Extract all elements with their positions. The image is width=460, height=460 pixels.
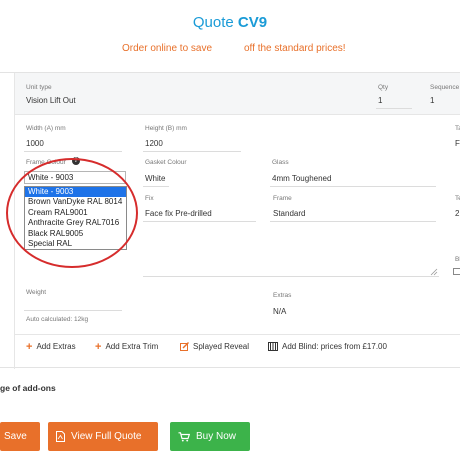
weight-underline xyxy=(24,310,122,311)
add-blind-label: Add Blind: prices from £17.00 xyxy=(282,342,387,351)
glass-label: Glass xyxy=(272,159,289,166)
promo-right: off the standard prices! xyxy=(244,43,346,54)
glass-select[interactable]: 4mm Toughened xyxy=(272,174,331,183)
width-underline xyxy=(24,151,122,152)
add-extras-label: Add Extras xyxy=(36,342,76,351)
gasket-colour-label: Gasket Colour xyxy=(145,159,187,166)
splayed-reveal-button[interactable]: Splayed Reveal xyxy=(180,342,249,351)
annotation-circle xyxy=(6,158,138,268)
addons-heading: ge of add-ons xyxy=(0,383,56,393)
height-label: Height (B) mm xyxy=(145,125,187,132)
pdf-icon xyxy=(56,431,65,442)
buy-now-label: Buy Now xyxy=(196,431,237,442)
height-input[interactable]: 1200 xyxy=(145,139,163,148)
notes-textarea[interactable] xyxy=(143,226,439,276)
fix-select[interactable]: Face fix Pre-drilled xyxy=(145,209,212,218)
buy-now-button[interactable]: Buy Now xyxy=(170,422,250,451)
fix-label: Fix xyxy=(145,195,154,202)
extras-value: N/A xyxy=(273,307,287,316)
promo-left: Order online to save xyxy=(122,43,213,54)
glass-underline xyxy=(270,186,436,187)
view-full-quote-button[interactable]: View Full Quote xyxy=(48,422,158,451)
sequence-input[interactable]: 1 xyxy=(430,96,434,105)
page-title: Quote CV9 xyxy=(0,14,460,31)
frame-select[interactable]: Standard xyxy=(273,209,305,218)
blind-icon xyxy=(268,342,278,351)
right-col-top-label: Ta xyxy=(455,125,460,132)
height-underline xyxy=(143,151,241,152)
add-extras-button[interactable]: + Add Extras xyxy=(26,340,76,353)
frame-label: Frame xyxy=(273,195,292,202)
view-full-quote-label: View Full Quote xyxy=(71,431,142,442)
actions-divider xyxy=(15,334,460,335)
sequence-label: Sequence xyxy=(430,84,460,91)
width-input[interactable]: 1000 xyxy=(26,139,44,148)
add-extra-trim-button[interactable]: + Add Extra Trim xyxy=(95,340,159,353)
weight-auto-note: Auto calculated: 12kg xyxy=(26,316,89,323)
extras-label: Extras xyxy=(273,292,292,299)
qty-underline xyxy=(376,108,412,109)
right-col-mid-label: Te xyxy=(455,195,460,202)
fix-underline xyxy=(143,221,256,222)
title-prefix: Quote xyxy=(192,14,238,31)
quote-code: CV9 xyxy=(237,14,268,31)
add-blind-button[interactable]: Add Blind: prices from £17.00 xyxy=(268,342,387,351)
add-extra-trim-label: Add Extra Trim xyxy=(105,342,159,351)
width-label: Width (A) mm xyxy=(26,125,66,132)
unit-type-label: Unit type xyxy=(26,84,52,91)
resize-grip-icon[interactable] xyxy=(430,268,438,276)
edit-icon xyxy=(180,342,189,351)
weight-label: Weight xyxy=(26,289,47,296)
gasket-underline xyxy=(143,186,169,187)
qty-label: Qty xyxy=(378,84,389,91)
save-label: Save xyxy=(4,431,27,442)
cart-icon xyxy=(178,431,190,441)
save-button[interactable]: Save xyxy=(0,422,40,451)
frame-underline xyxy=(270,221,436,222)
plus-icon: + xyxy=(95,340,102,353)
right-col-top-value[interactable]: F xyxy=(455,139,460,148)
right-col-bl-label: Bl xyxy=(455,256,460,263)
splayed-reveal-label: Splayed Reveal xyxy=(193,342,250,351)
plus-icon: + xyxy=(26,340,33,353)
gasket-colour-select[interactable]: White xyxy=(145,174,165,183)
right-col-mid-value[interactable]: 2 xyxy=(455,209,459,218)
qty-input[interactable]: 1 xyxy=(378,96,382,105)
notes-underline xyxy=(143,276,439,277)
unit-type-value[interactable]: Vision Lift Out xyxy=(26,96,76,105)
right-col-checkbox[interactable] xyxy=(453,268,460,275)
